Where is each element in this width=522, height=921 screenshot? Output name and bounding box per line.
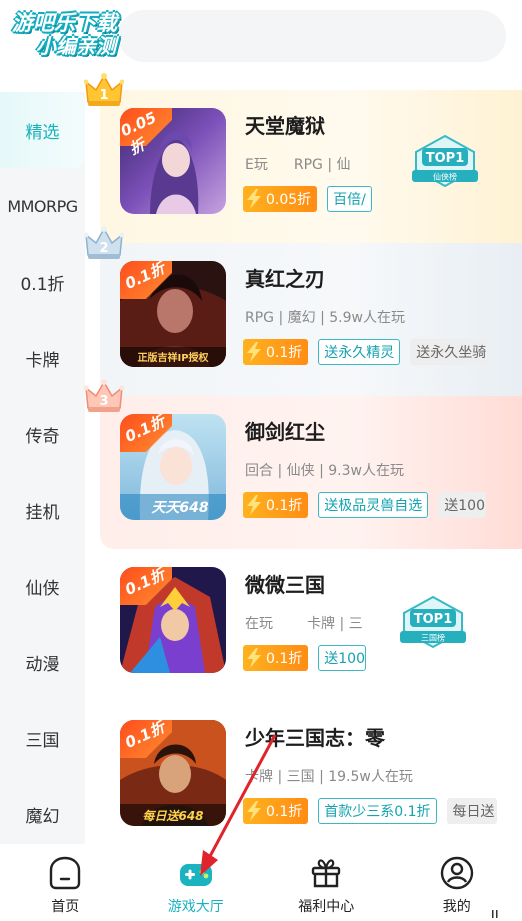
game-card[interactable]: 0.1折 微微三国 在玩卡牌 | 三 0.1折 送1000 TOP1 三国榜 — [100, 549, 522, 702]
discount-badge: 0.1折 — [243, 798, 309, 824]
watermark-line-1: 游吧乐下载 — [12, 11, 117, 35]
rank-crown-icon: 1 — [84, 73, 124, 106]
bottom-navigation: 首页 游戏大厅 福利中心 我的 — [0, 845, 522, 921]
sidebar-item-anime[interactable]: 动漫 — [0, 624, 85, 700]
lightning-icon — [247, 801, 261, 821]
sidebar-item-three-kingdoms[interactable]: 三国 — [0, 700, 85, 776]
discount-corner-tag: 0.1折 — [120, 720, 172, 758]
watermark-logo: 游吧乐下载 小编亲测 — [12, 11, 152, 59]
game-meta: 卡牌 | 三国 | 19.5w人在玩 — [245, 769, 413, 785]
category-sidebar: 精选 MMORPG 0.1折 卡牌 传奇 挂机 仙侠 动漫 三国 魔幻 — [0, 92, 85, 844]
rank-number: 1 — [99, 88, 108, 103]
perk-chip: 送1000 — [318, 645, 367, 671]
game-title: 天堂魔狱 — [245, 114, 325, 138]
sidebar-item-xianxia[interactable]: 仙侠 — [0, 548, 85, 624]
discount-corner-tag: 0.05折 — [120, 108, 172, 158]
home-icon — [50, 856, 81, 890]
sidebar-item-fantasy[interactable]: 魔幻 — [0, 776, 85, 852]
icon-caption: 天天648 — [151, 500, 208, 516]
perk-chip: 送永久精灵 — [318, 339, 401, 365]
discount-badge: 0.1折 — [243, 339, 309, 365]
game-card[interactable]: 1 0.05折 天堂魔狱 E玩 RPG | 仙 0.05折 百倍/ TOP1 仙… — [84, 73, 522, 243]
rank-number: 2 — [99, 241, 108, 256]
watermark-line-2: 小编亲测 — [36, 34, 116, 59]
perk-chip-grey: 每日送 — [446, 798, 497, 824]
game-icon[interactable]: 0.05折 — [120, 108, 226, 214]
game-title: 真红之刃 — [245, 267, 325, 291]
top1-ranking-badge-icon: TOP1 三国榜 — [400, 595, 466, 649]
discount-badge: 0.05折 — [243, 186, 318, 212]
sidebar-item-discount[interactable]: 0.1折 — [0, 244, 85, 320]
game-chips: 0.1折 送极品灵兽自选 送100 — [243, 492, 487, 518]
gamepad-icon — [179, 864, 212, 886]
game-title: 微微三国 — [245, 573, 325, 597]
nav-welfare-label: 福利中心 — [298, 899, 355, 915]
sidebar-item-card[interactable]: 卡牌 — [0, 320, 85, 396]
nav-home-label: 首页 — [51, 899, 80, 915]
system-indicator-icon — [492, 910, 498, 918]
top1-ranking-badge-icon: TOP1 仙侠榜 — [412, 134, 478, 188]
icon-caption: 每日送648 — [142, 809, 203, 823]
game-chips: 0.1折 送1000 — [243, 645, 367, 671]
game-chips: 0.1折 首款少三系0.1折 每日送 — [243, 798, 497, 824]
rank-crown-icon: 3 — [84, 379, 124, 412]
game-title: 少年三国志：零 — [245, 726, 385, 750]
sidebar-item-legend[interactable]: 传奇 — [0, 396, 85, 472]
perk-chip-grey: 送100 — [438, 492, 487, 518]
profile-icon — [440, 856, 473, 890]
badge-top-text: TOP1 — [426, 151, 465, 166]
game-chips: 0.05折 百倍/ — [243, 186, 372, 212]
game-list: 1 0.05折 天堂魔狱 E玩 RPG | 仙 0.05折 百倍/ TOP1 仙… — [84, 73, 522, 855]
perk-chip-grey: 送永久坐骑 — [410, 339, 487, 365]
game-card[interactable]: 2 正版吉祥IP授权 0.1折 真红之刃 RPG | 魔幻 | 5.9w人在玩 … — [84, 226, 522, 396]
game-meta: E玩 RPG | 仙 — [245, 157, 351, 173]
game-meta: 在玩 卡牌 | 三 — [245, 616, 363, 632]
badge-sub-text: 三国榜 — [421, 633, 445, 643]
game-title: 御剑红尘 — [245, 420, 325, 444]
badge-top-text: TOP1 — [414, 612, 453, 627]
nav-mine[interactable]: 我的 — [392, 845, 522, 921]
discount-corner-tag: 0.1折 — [120, 567, 172, 605]
nav-welfare[interactable]: 福利中心 — [261, 845, 392, 921]
game-icon[interactable]: 每日送648 0.1折 — [120, 720, 226, 826]
game-icon[interactable]: 正版吉祥IP授权 0.1折 — [120, 261, 226, 367]
game-meta: RPG | 魔幻 | 5.9w人在玩 — [245, 310, 405, 326]
nav-game-hall[interactable]: 游戏大厅 — [131, 845, 262, 921]
top-bar: 游吧乐下载 小编亲测 — [0, 0, 522, 80]
sidebar-item-idle[interactable]: 挂机 — [0, 472, 85, 548]
sidebar-item-featured[interactable]: 精选 — [0, 92, 85, 168]
badge-sub-text: 仙侠榜 — [433, 172, 457, 182]
perk-chip: 送极品灵兽自选 — [318, 492, 429, 518]
icon-caption: 正版吉祥IP授权 — [137, 351, 209, 364]
perk-chip: 首款少三系0.1折 — [318, 798, 437, 824]
discount-badge: 0.1折 — [243, 645, 309, 671]
discount-corner-tag: 0.1折 — [120, 414, 172, 452]
game-icon[interactable]: 天天648 0.1折 — [120, 414, 226, 520]
search-input[interactable] — [118, 10, 506, 62]
rank-number: 3 — [99, 394, 108, 409]
discount-badge: 0.1折 — [243, 492, 309, 518]
gift-icon — [312, 859, 341, 888]
game-meta: 回合 | 仙侠 | 9.3w人在玩 — [245, 463, 404, 479]
lightning-icon — [247, 189, 261, 209]
discount-corner-tag: 0.1折 — [120, 261, 172, 299]
sidebar-item-mmorpg[interactable]: MMORPG — [0, 168, 85, 244]
lightning-icon — [247, 648, 261, 668]
nav-game-hall-label: 游戏大厅 — [167, 899, 224, 915]
game-chips: 0.1折 送永久精灵 送永久坐骑 — [243, 339, 487, 365]
rank-crown-icon: 2 — [84, 226, 124, 259]
lightning-icon — [247, 342, 261, 362]
perk-chip: 百倍/ — [327, 186, 372, 212]
nav-mine-label: 我的 — [442, 899, 471, 915]
nav-home[interactable]: 首页 — [0, 845, 131, 921]
lightning-icon — [247, 495, 261, 515]
game-icon[interactable]: 0.1折 — [120, 567, 226, 673]
game-card[interactable]: 每日送648 0.1折 少年三国志：零 卡牌 | 三国 | 19.5w人在玩 0… — [100, 702, 522, 855]
game-card[interactable]: 3 天天648 0.1折 御剑红尘 回合 | 仙侠 | 9.3w人在玩 0.1折… — [84, 379, 522, 549]
